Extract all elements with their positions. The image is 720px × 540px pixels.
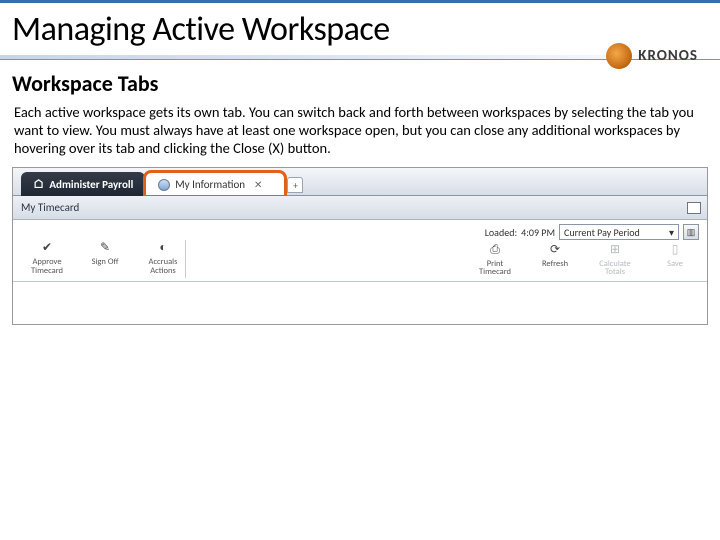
new-tab-button[interactable]: + [287,177,303,193]
tool-calculate-totals: ⊞ Calculate Totals [593,242,637,278]
app-screenshot: Administer Payroll My Information ✕ + My… [12,167,708,325]
print-timecard-icon: ⎙ [486,242,504,258]
tab-label: Administer Payroll [49,178,133,191]
workspace-tab-bar: Administer Payroll My Information ✕ + [13,168,707,196]
tool-save: ▯ Save [653,242,697,278]
tab-my-information[interactable]: My Information ✕ [145,172,285,196]
tool-print-timecard[interactable]: ⎙ Print Timecard [473,242,517,278]
tool-accruals-actions[interactable]: ◐ Accruals Actions [141,240,185,276]
toolbar-divider [185,240,186,278]
sign-off-icon: ✎ [96,240,114,256]
tool-refresh[interactable]: ⟳ Refresh [533,242,577,278]
approve-timecard-icon: ✔ [38,240,56,256]
tool-label: Print Timecard [473,260,517,278]
calculate-totals-icon: ⊞ [606,242,624,258]
panel-title: My Timecard [21,201,79,214]
pay-period-select[interactable]: Current Pay Period ▾ [559,224,679,240]
tool-label: Refresh [542,260,568,269]
tool-label: Accruals Actions [141,258,185,276]
tab-label: My Information [175,178,245,191]
maximize-button[interactable] [687,202,701,214]
home-icon [33,177,44,192]
accruals-actions-icon: ◐ [154,240,172,256]
brand-swirl-icon [606,43,632,69]
panel-header: My Timecard [13,196,707,220]
timecard-canvas [13,282,707,324]
period-calendar-button[interactable]: ▥ [683,224,699,240]
tool-label: Save [667,260,683,269]
loaded-label: Loaded: [485,226,517,239]
chevron-down-icon: ▾ [669,226,674,239]
close-icon[interactable]: ✕ [254,178,262,191]
tool-label: Approve Timecard [25,258,69,276]
loaded-time: 4:09 PM [521,226,555,239]
period-value: Current Pay Period [564,226,640,239]
timecard-toolbar: Loaded: 4:09 PM Current Pay Period ▾ ▥ ✔… [13,220,707,282]
brand-text: KRONOS [638,47,698,65]
globe-icon [158,179,170,191]
refresh-icon: ⟳ [546,242,564,258]
tool-approve-timecard[interactable]: ✔ Approve Timecard [25,240,69,276]
tool-sign-off[interactable]: ✎ Sign Off [83,240,127,276]
tab-administer-payroll[interactable]: Administer Payroll [21,172,145,196]
status-row: Loaded: 4:09 PM Current Pay Period ▾ ▥ [485,224,699,240]
body-paragraph: Each active workspace gets its own tab. … [14,103,702,157]
save-icon: ▯ [666,242,684,258]
brand-logo: KRONOS [606,43,698,69]
tool-label: Calculate Totals [593,260,637,278]
section-title: Workspace Tabs [12,70,720,97]
tool-label: Sign Off [92,258,119,267]
